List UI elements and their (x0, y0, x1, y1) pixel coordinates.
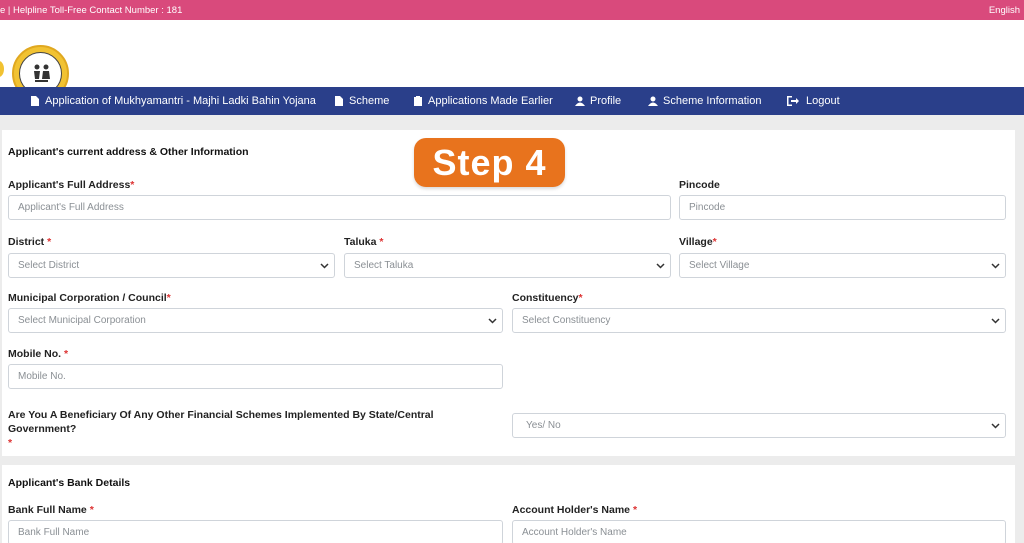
municipal-label: Municipal Corporation / Council* (8, 292, 171, 304)
required-mark: * (578, 292, 583, 304)
label-text: Constituency (512, 292, 579, 304)
required-mark: * (64, 348, 69, 360)
pincode-input[interactable]: Pincode (679, 195, 1006, 220)
full-address-input[interactable]: Applicant's Full Address (8, 195, 671, 220)
logout-icon (787, 96, 799, 106)
taluka-select[interactable]: Select Taluka (344, 253, 671, 278)
label-text: Applicant's Full Address (8, 179, 131, 191)
site-header (0, 20, 1024, 102)
nav-item-label: Scheme (349, 95, 390, 107)
full-address-label: Applicant's Full Address* (8, 179, 134, 191)
village-select[interactable]: Select Village (679, 253, 1006, 278)
taluka-label: Taluka * (344, 236, 384, 248)
chevron-down-icon (488, 318, 497, 324)
required-mark: * (130, 179, 135, 191)
district-label: District * (8, 236, 51, 248)
label-text: Account Holder's Name (512, 504, 631, 516)
label-text: Village (679, 236, 713, 248)
district-select[interactable]: Select District (8, 253, 335, 278)
label-text: Taluka (344, 236, 377, 248)
user-icon (575, 96, 585, 106)
bank-name-label: Bank Full Name * (8, 504, 94, 516)
address-section-title: Applicant's current address & Other Info… (8, 146, 249, 158)
chevron-down-icon (656, 263, 665, 269)
label-text: Bank Full Name (8, 504, 87, 516)
nav-item-profile[interactable]: Profile (575, 95, 621, 107)
select-value: Select Constituency (522, 315, 611, 326)
chevron-down-icon (991, 263, 1000, 269)
village-label: Village* (679, 236, 717, 248)
label-text: Municipal Corporation / Council (8, 292, 167, 304)
nav-item-label: Applications Made Earlier (428, 95, 553, 107)
bank-section-title: Applicant's Bank Details (8, 477, 131, 489)
bank-name-input[interactable]: Bank Full Name (8, 520, 503, 543)
decorative-emblem-edge (0, 61, 4, 77)
mobile-label: Mobile No. * (8, 348, 68, 360)
select-value: Select Municipal Corporation (18, 315, 146, 326)
pincode-label: Pincode (679, 179, 720, 191)
helpline-text: e | Helpline Toll-Free Contact Number : … (0, 5, 183, 16)
nav-item-application[interactable]: Application of Mukhyamantri - Majhi Ladk… (30, 95, 316, 107)
chevron-down-icon (991, 318, 1000, 324)
nav-item-label: Scheme Information (663, 95, 762, 107)
municipal-select[interactable]: Select Municipal Corporation (8, 308, 503, 333)
required-mark: * (379, 236, 384, 248)
nav-item-label: Logout (806, 95, 840, 107)
select-value: Select District (18, 260, 80, 271)
required-mark: * (47, 236, 52, 248)
nav-item-label: Profile (590, 95, 622, 107)
helpline-bar: e | Helpline Toll-Free Contact Number : … (0, 0, 1024, 20)
required-mark: * (632, 504, 638, 516)
constituency-select[interactable]: Select Constituency (512, 308, 1006, 333)
nav-item-logout[interactable]: Logout (787, 95, 840, 107)
beneficiary-select[interactable]: Yes/ No (512, 413, 1006, 438)
mobile-input[interactable]: Mobile No. (8, 364, 503, 389)
required-mark: * (8, 437, 13, 449)
main-nav: Application of Mukhyamantri - Majhi Ladk… (0, 87, 1024, 115)
beneficiary-question: Are You A Beneficiary Of Any Other Finan… (8, 408, 498, 450)
account-holder-label: Account Holder's Name * (512, 504, 637, 516)
required-mark: * (712, 236, 717, 248)
question-text: Are You A Beneficiary Of Any Other Finan… (8, 409, 434, 435)
account-holder-input[interactable]: Account Holder's Name (512, 520, 1006, 543)
required-mark: * (89, 504, 94, 516)
label-text: District (8, 236, 45, 248)
file-icon (335, 96, 343, 106)
language-link[interactable]: English (989, 5, 1020, 16)
constituency-label: Constituency* (512, 292, 583, 304)
chevron-down-icon (320, 263, 329, 269)
required-mark: * (166, 292, 171, 304)
document-icon (31, 96, 39, 106)
label-text: Mobile No. (8, 348, 62, 360)
select-value: Yes/ No (526, 420, 561, 431)
chevron-down-icon (991, 423, 1000, 429)
nav-item-applications-earlier[interactable]: Applications Made Earlier (413, 95, 553, 107)
select-value: Select Village (689, 260, 750, 271)
clipboard-icon (414, 96, 422, 106)
nav-item-scheme-information[interactable]: Scheme Information (648, 95, 761, 107)
nav-item-label: Application of Mukhyamantri - Majhi Ladk… (45, 95, 316, 107)
user-icon (648, 96, 658, 106)
select-value: Select Taluka (354, 260, 414, 271)
nav-item-scheme[interactable]: Scheme (334, 95, 389, 107)
step-badge: Step 4 (414, 138, 565, 187)
